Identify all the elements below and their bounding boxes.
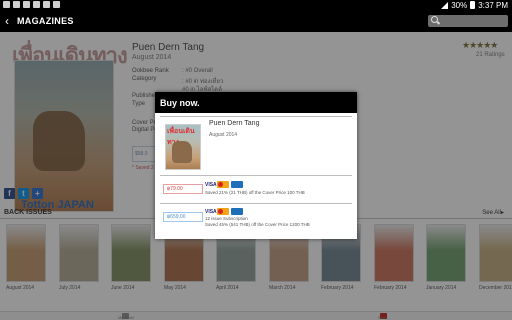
divider (160, 203, 352, 204)
notification-icon (23, 1, 30, 8)
notification-icons (3, 1, 60, 8)
dialog-magazine-date: August 2014 (209, 132, 238, 138)
battery-icon (470, 1, 476, 9)
buy-dialog: Buy now. เพื่อนเดินทาง Puen Dern Tang Au… (155, 92, 357, 239)
dialog-header: Buy now. (155, 92, 357, 113)
clock: 3:37 PM (478, 0, 508, 10)
buy-subscription-button[interactable]: ฿659.00 (163, 212, 203, 222)
status-bar: 30% 3:37 PM (0, 0, 512, 10)
amex-icon (231, 208, 243, 215)
notification-icon (53, 1, 60, 8)
divider (160, 175, 352, 176)
visa-icon: VISA (205, 181, 217, 188)
divider (160, 116, 352, 117)
dialog-title: Buy now. (160, 98, 200, 108)
search-input[interactable] (428, 15, 508, 27)
single-issue-offer: Saved 21% (21 THB) off the Cover Price 1… (205, 190, 305, 195)
action-bar: ‹ MAGAZINES (0, 10, 512, 32)
dialog-cover: เพื่อนเดินทาง (165, 124, 201, 170)
mastercard-icon (217, 181, 229, 188)
notification-icon (3, 1, 10, 8)
visa-icon: VISA (205, 208, 217, 215)
notification-icon (13, 1, 20, 8)
payment-icons: VISA (205, 208, 243, 215)
notification-icon (33, 1, 40, 8)
battery-percent: 30% (451, 0, 468, 10)
amex-icon (231, 181, 243, 188)
chevron-left-icon[interactable]: ‹ (5, 14, 9, 28)
notification-icon (43, 1, 50, 8)
payment-icons: VISA (205, 181, 243, 188)
cover-photo (172, 141, 192, 163)
page-title: MAGAZINES (17, 16, 74, 26)
signal-icon (441, 1, 449, 9)
dialog-magazine-name: Puen Dern Tang (209, 120, 260, 127)
buy-single-issue-button[interactable]: ฿79.00 (163, 184, 203, 194)
subscription-offer-title: 12 issue Subscription (205, 216, 248, 221)
subscription-offer-detail: Saved 45% (541 THB) off the Cover Price … (205, 222, 310, 227)
mastercard-icon (217, 208, 229, 215)
search-icon (431, 16, 438, 23)
